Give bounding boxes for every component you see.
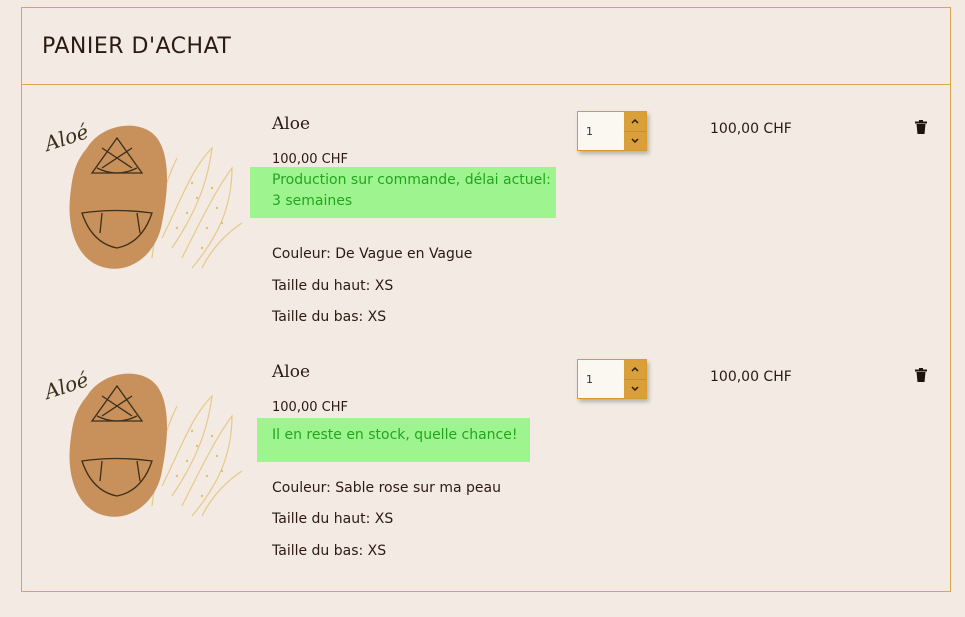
product-bottom-size: Taille du bas: XS — [272, 309, 387, 325]
trash-icon — [915, 120, 927, 134]
line-total: 100,00 CHF — [710, 369, 792, 385]
quantity-decrement-button[interactable] — [624, 380, 646, 399]
quantity-decrement-button[interactable] — [624, 132, 646, 151]
cart-title: PANIER D'ACHAT — [42, 34, 232, 59]
cart-header: PANIER D'ACHAT — [22, 8, 950, 85]
line-total: 100,00 CHF — [710, 121, 792, 137]
cart-item: Aloé Aloe 100,00 CHF Production sur comm… — [22, 108, 950, 348]
chevron-down-icon — [631, 386, 639, 391]
product-top-size: Taille du haut: XS — [272, 278, 394, 294]
quantity-stepper — [577, 111, 647, 151]
product-name[interactable]: Aloe — [272, 114, 310, 134]
product-thumbnail[interactable]: Aloé — [42, 108, 242, 278]
remove-item-button[interactable] — [915, 367, 927, 382]
chevron-up-icon — [631, 119, 639, 124]
product-top-size: Taille du haut: XS — [272, 511, 394, 527]
stock-status-badge: Il en reste en stock, quelle chance! — [257, 418, 530, 462]
quantity-increment-button[interactable] — [624, 112, 646, 132]
chevron-down-icon — [631, 138, 639, 143]
svg-text:Aloé: Aloé — [42, 367, 92, 404]
product-color: Couleur: Sable rose sur ma peau — [272, 480, 501, 496]
product-bottom-size: Taille du bas: XS — [272, 543, 387, 559]
unit-price: 100,00 CHF — [272, 400, 348, 415]
cart-item: Aloé Aloe 100,00 CHF Il en reste en stoc… — [22, 356, 950, 596]
remove-item-button[interactable] — [915, 119, 927, 134]
quantity-input[interactable] — [578, 112, 624, 150]
product-name[interactable]: Aloe — [272, 362, 310, 382]
chevron-up-icon — [631, 367, 639, 372]
trash-icon — [915, 368, 927, 382]
quantity-stepper — [577, 359, 647, 399]
shopping-cart: PANIER D'ACHAT Aloé Aloe 100,00 CHF Prod… — [21, 7, 951, 592]
unit-price: 100,00 CHF — [272, 152, 348, 167]
svg-text:Aloé: Aloé — [42, 119, 92, 156]
product-color: Couleur: De Vague en Vague — [272, 246, 473, 262]
quantity-input[interactable] — [578, 360, 624, 398]
product-thumbnail[interactable]: Aloé — [42, 356, 242, 526]
stock-status-badge: Production sur commande, délai actuel: 3… — [250, 167, 556, 218]
quantity-increment-button[interactable] — [624, 360, 646, 380]
